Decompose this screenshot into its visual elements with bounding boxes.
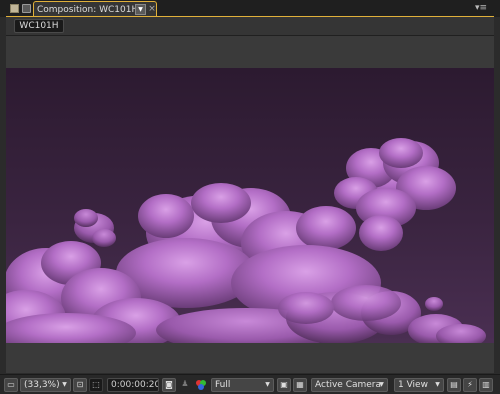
lock-icon[interactable] — [22, 4, 31, 13]
cloud-image — [6, 138, 486, 343]
panel-tab-bar: Composition: WC101H ▼ × ▾≡ — [0, 0, 500, 17]
resolution-value: Full — [215, 380, 231, 390]
tab-composition[interactable]: Composition: WC101H ▼ × — [33, 1, 157, 17]
view-layout-value: 1 View — [398, 380, 428, 390]
chevron-down-icon: ▼ — [62, 381, 67, 388]
chevron-down-icon: ▼ — [435, 381, 440, 388]
breadcrumb: WC101H — [6, 17, 494, 35]
region-of-interest-icon[interactable]: ⬚ — [89, 378, 103, 392]
timeline-icon[interactable]: ▥ — [479, 378, 493, 392]
tab-composition-label: Composition: WC101H — [37, 5, 135, 15]
viewer-toolbar: ▭ (33,3%) ▼ ⊡ ⬚ 0:00:00:20 ◙ ♟ Full ▼ ▣ … — [0, 374, 500, 394]
safe-margins-icon[interactable]: ⊡ — [73, 378, 87, 392]
color-channels-icon[interactable] — [194, 378, 208, 392]
show-snapshot-icon[interactable]: ♟ — [178, 378, 192, 392]
transparency-grid-icon[interactable]: ▦ — [293, 378, 307, 392]
resolution-dropdown[interactable]: Full ▼ — [211, 378, 274, 392]
panel-grip-icon[interactable] — [10, 4, 19, 13]
chevron-down-icon: ▼ — [265, 381, 270, 388]
camera-view-dropdown[interactable]: Active Camera ▼ — [311, 378, 388, 392]
chevron-down-icon: ▼ — [379, 381, 384, 388]
timecode-field[interactable]: 0:00:00:20 — [107, 378, 159, 392]
panel-menu-icon[interactable]: ▾≡ — [474, 2, 488, 14]
chevron-down-icon[interactable]: ▼ — [135, 4, 146, 15]
fast-previews-icon[interactable]: ▣ — [277, 378, 291, 392]
magnification-dropdown[interactable]: (33,3%) ▼ — [20, 378, 71, 392]
view-layout-dropdown[interactable]: 1 View ▼ — [394, 378, 444, 392]
flowchart-icon[interactable]: ⚡ — [463, 378, 477, 392]
pixel-aspect-icon[interactable]: ▤ — [447, 378, 461, 392]
close-icon[interactable]: × — [148, 3, 156, 15]
camera-snapshot-icon[interactable]: ◙ — [162, 378, 176, 392]
camera-view-value: Active Camera — [315, 380, 382, 390]
composition-frame[interactable] — [6, 68, 494, 343]
magnification-value: (33,3%) — [24, 380, 60, 390]
always-preview-icon[interactable]: ▭ — [4, 378, 18, 392]
breadcrumb-item-wc101h[interactable]: WC101H — [14, 19, 64, 33]
